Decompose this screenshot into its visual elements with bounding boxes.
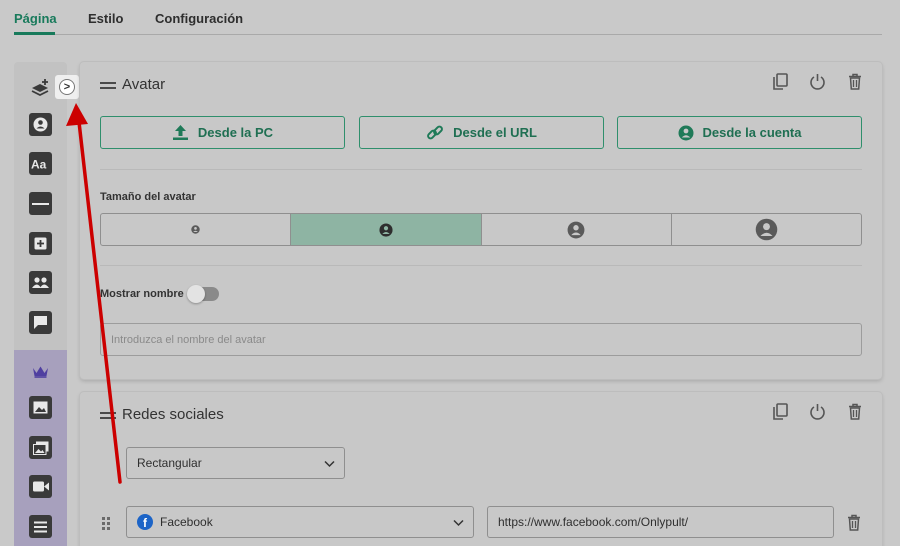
tab-pagina[interactable]: Página bbox=[14, 11, 57, 26]
block-toolbar: Aa bbox=[14, 62, 67, 546]
chevron-down-icon bbox=[453, 519, 464, 527]
upload-from-account-label: Desde la cuenta bbox=[702, 125, 802, 140]
avatar-card: Avatar Desde la PC Desde el URL Desde la… bbox=[80, 62, 882, 379]
copy-icon[interactable] bbox=[771, 72, 790, 91]
gallery-icon[interactable] bbox=[29, 436, 52, 459]
trash-icon[interactable] bbox=[845, 72, 864, 91]
upload-from-pc-button[interactable]: Desde la PC bbox=[100, 116, 345, 149]
social-network-select[interactable]: f Facebook bbox=[126, 506, 474, 538]
group-icon[interactable] bbox=[29, 271, 52, 294]
social-networks-card: Redes sociales Rectangular f Facebook ht… bbox=[80, 392, 882, 546]
avatar-icon bbox=[567, 221, 585, 238]
crown-icon bbox=[29, 360, 52, 383]
avatar-size-selector bbox=[100, 213, 862, 246]
social-url-input[interactable]: https://www.facebook.com/Onlypult/ bbox=[487, 506, 834, 538]
avatar-name-input[interactable]: Introduzca el nombre del avatar bbox=[100, 323, 862, 356]
video-icon[interactable] bbox=[29, 475, 52, 498]
add-block-icon[interactable] bbox=[29, 232, 52, 255]
divider bbox=[100, 169, 862, 170]
show-name-label: Mostrar nombre bbox=[100, 288, 184, 300]
upload-from-url-label: Desde el URL bbox=[453, 125, 537, 140]
avatar-size-l[interactable] bbox=[672, 214, 861, 245]
row-drag-handle[interactable] bbox=[102, 517, 110, 530]
trash-icon[interactable] bbox=[847, 514, 861, 531]
divider bbox=[100, 265, 862, 266]
chevron-right-icon: > bbox=[59, 79, 75, 95]
account-icon bbox=[678, 125, 693, 140]
avatar-card-actions bbox=[771, 72, 864, 91]
link-icon bbox=[427, 125, 444, 139]
avatar-size-label: Tamaño del avatar bbox=[100, 191, 196, 203]
upload-from-pc-label: Desde la PC bbox=[197, 125, 274, 140]
button-style-select[interactable]: Rectangular bbox=[126, 447, 345, 479]
social-network-value: Facebook bbox=[160, 515, 213, 529]
upload-from-url-button[interactable]: Desde el URL bbox=[359, 116, 604, 149]
drag-handle-icon[interactable] bbox=[100, 412, 116, 422]
facebook-icon: f bbox=[137, 514, 153, 530]
social-card-title: Redes sociales bbox=[122, 406, 224, 423]
avatar-icon bbox=[379, 222, 393, 237]
avatar-icon bbox=[191, 225, 200, 234]
avatar-size-m[interactable] bbox=[482, 214, 672, 245]
upload-from-account-button[interactable]: Desde la cuenta bbox=[617, 116, 862, 149]
avatar-size-xs[interactable] bbox=[101, 214, 292, 245]
copy-icon[interactable] bbox=[771, 402, 790, 421]
power-icon[interactable] bbox=[808, 402, 827, 421]
svg-text:Aa: Aa bbox=[31, 158, 47, 171]
power-icon[interactable] bbox=[808, 72, 827, 91]
avatar-card-title: Avatar bbox=[122, 76, 166, 93]
top-tabs: Página Estilo Configuración bbox=[14, 0, 882, 35]
expand-toolbar-button[interactable]: > bbox=[55, 75, 79, 99]
divider-icon[interactable] bbox=[29, 192, 52, 215]
chevron-down-icon bbox=[324, 460, 335, 468]
drag-handle-icon[interactable] bbox=[100, 82, 116, 92]
chat-icon[interactable] bbox=[29, 311, 52, 334]
tab-estilo[interactable]: Estilo bbox=[88, 11, 123, 26]
social-card-actions bbox=[771, 402, 864, 421]
avatar-icon bbox=[755, 218, 778, 241]
image-icon[interactable] bbox=[29, 396, 52, 419]
avatar-size-s[interactable] bbox=[291, 214, 482, 245]
layers-add-icon[interactable] bbox=[29, 75, 52, 98]
avatar-icon[interactable] bbox=[29, 113, 52, 136]
text-icon[interactable]: Aa bbox=[29, 152, 52, 175]
show-name-toggle[interactable] bbox=[187, 285, 219, 303]
upload-icon bbox=[172, 125, 188, 140]
tab-configuracion[interactable]: Configuración bbox=[155, 11, 243, 26]
list-icon[interactable] bbox=[29, 515, 52, 538]
button-style-value: Rectangular bbox=[137, 456, 202, 470]
active-tab-indicator bbox=[14, 32, 55, 35]
trash-icon[interactable] bbox=[845, 402, 864, 421]
